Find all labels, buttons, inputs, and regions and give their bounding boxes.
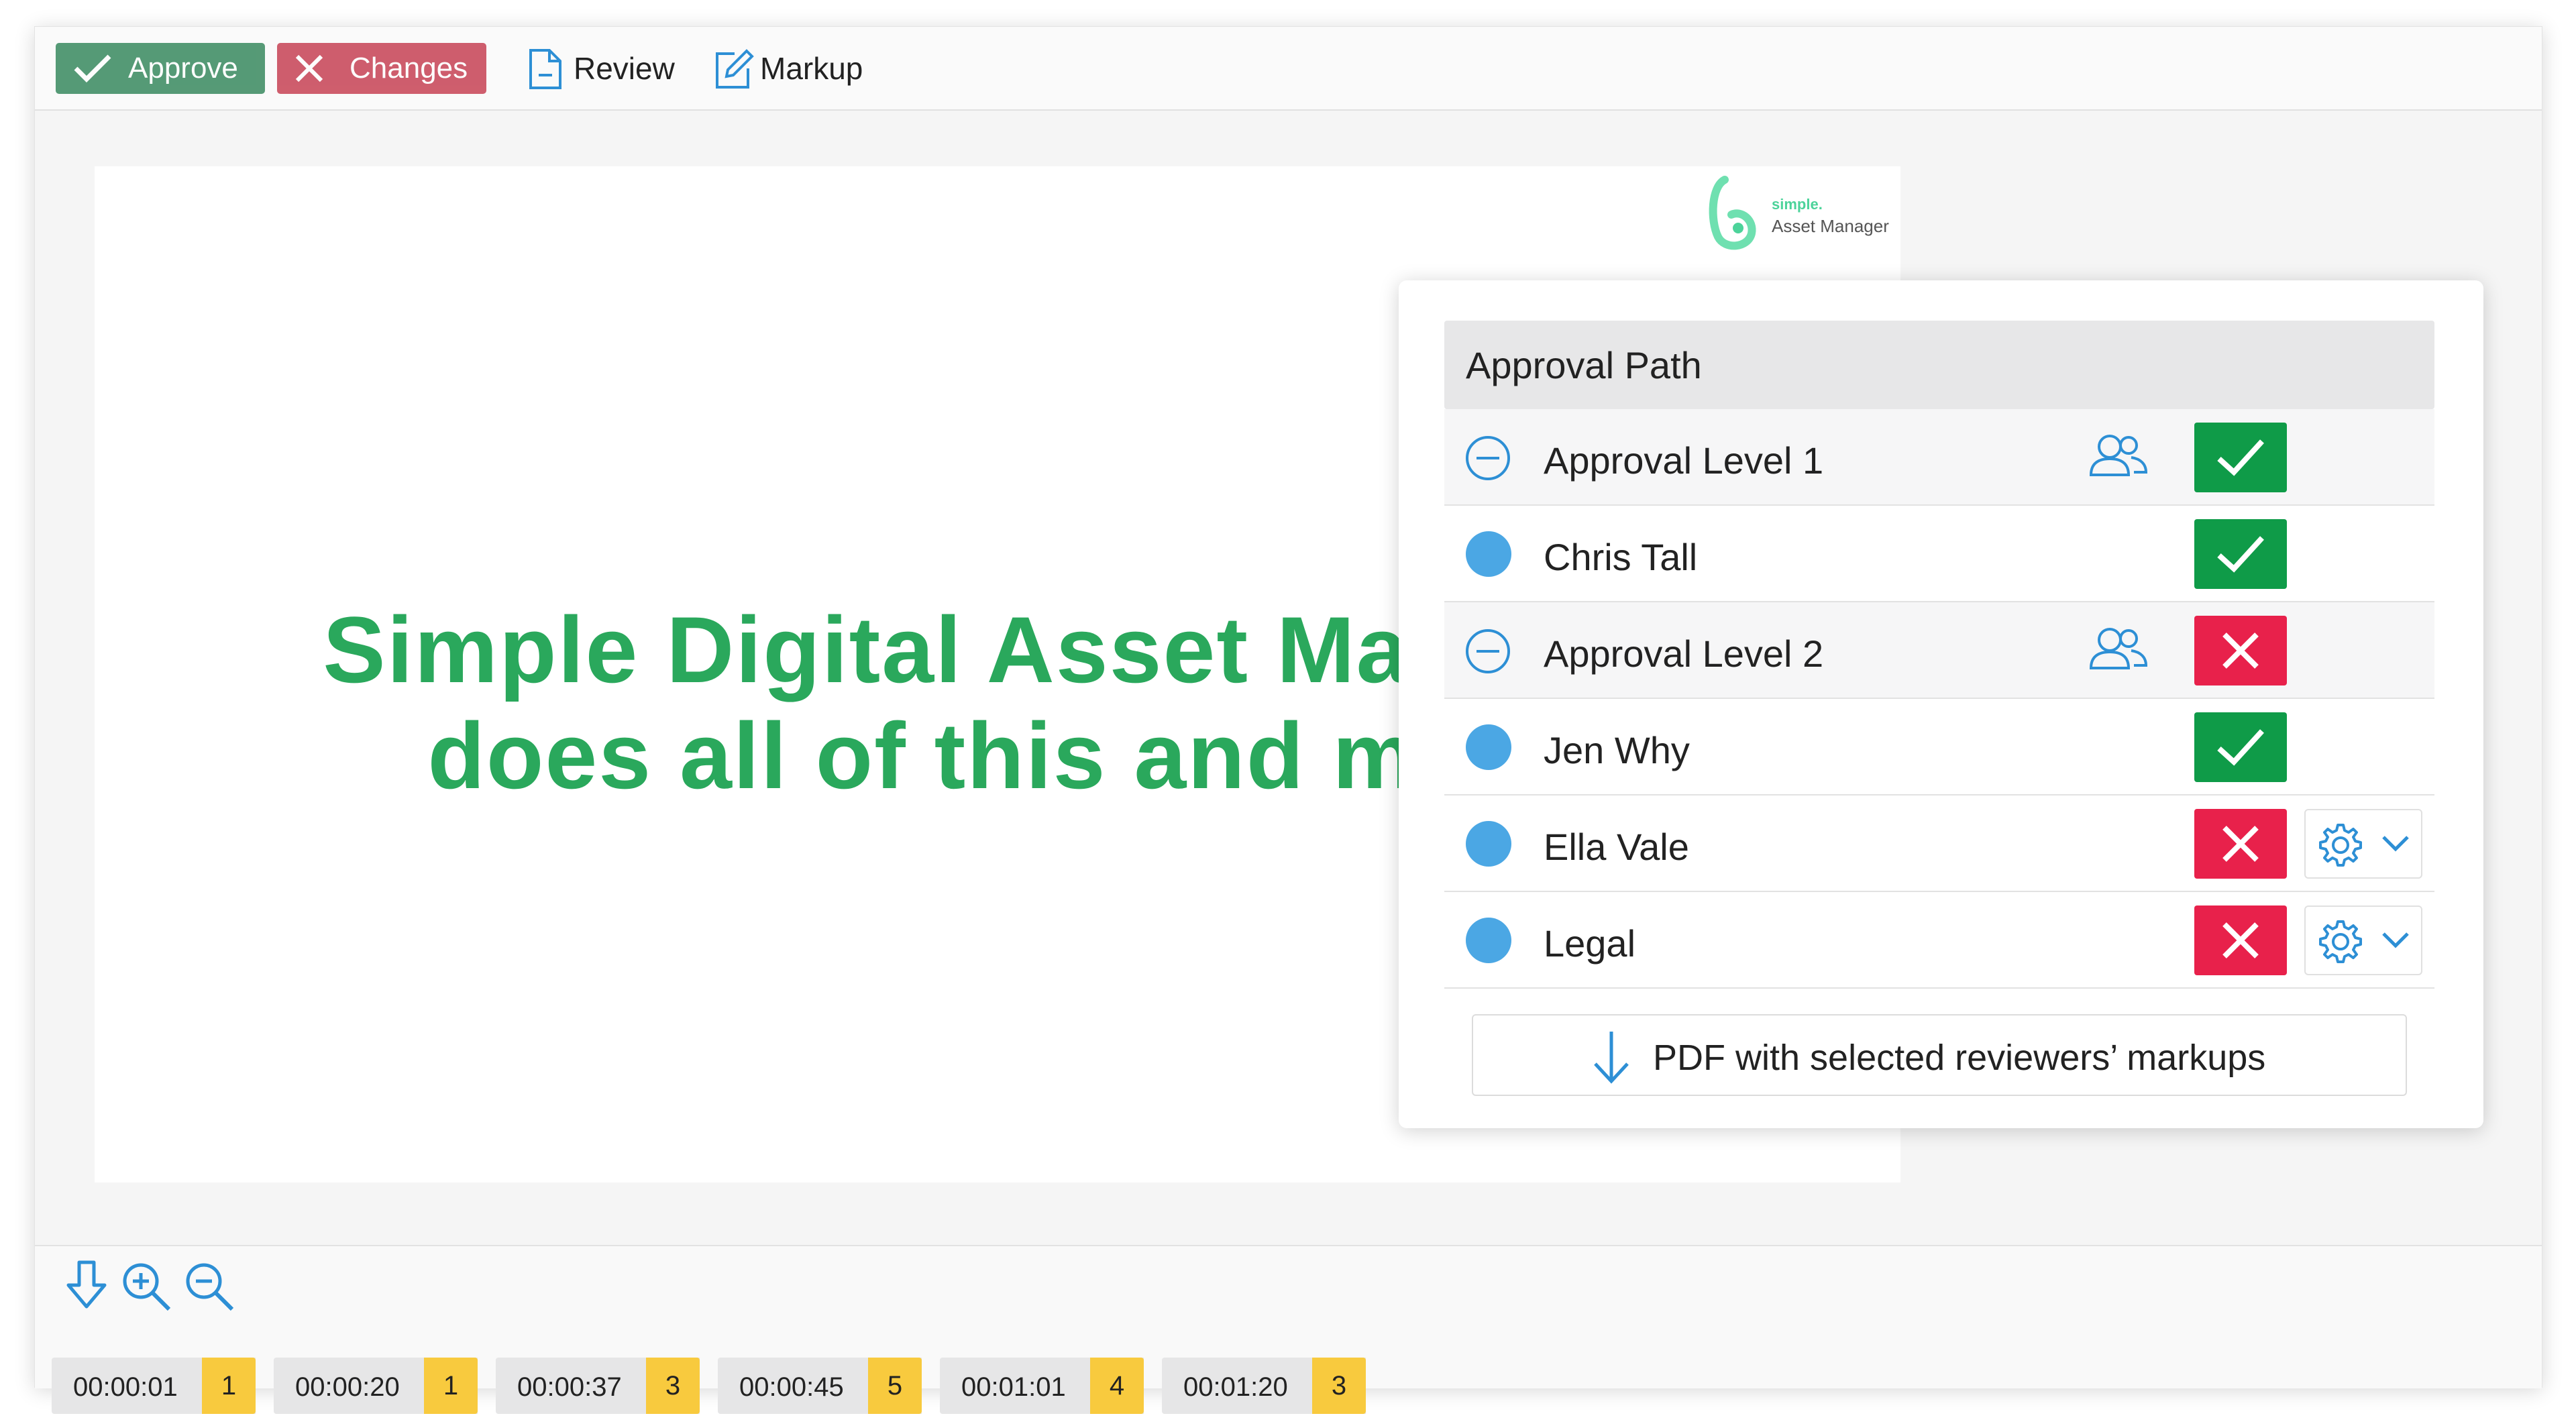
close-icon	[2222, 922, 2259, 958]
collapse-icon[interactable]	[1464, 435, 1511, 482]
status-rejected[interactable]	[2194, 905, 2287, 975]
review-button[interactable]: Review	[528, 43, 689, 94]
check-icon	[2217, 729, 2264, 766]
close-icon	[2222, 633, 2259, 669]
group-icon[interactable]	[2087, 624, 2149, 675]
reviewer-settings-dropdown[interactable]	[2304, 905, 2422, 975]
timestamp-marker[interactable]: 00:00:45 5	[718, 1358, 922, 1414]
arrow-down-icon	[1594, 1032, 1629, 1084]
download-icon[interactable]	[64, 1260, 109, 1311]
timestamp-count: 3	[646, 1358, 700, 1414]
reviewer-name: Jen Why	[1544, 729, 1690, 771]
check-icon	[2217, 536, 2264, 573]
document-icon	[529, 49, 561, 89]
approve-button[interactable]: Approve	[56, 43, 265, 94]
bottom-bar: 00:00:01 1 00:00:20 1 00:00:37 3 00:00:4…	[35, 1245, 2542, 1414]
reviewer-name: Ella Vale	[1544, 826, 1689, 868]
timestamp-marker[interactable]: 00:01:20 3	[1162, 1358, 1366, 1414]
reviewer-row[interactable]: Ella Vale	[1444, 795, 2434, 892]
reviewer-row[interactable]: Chris Tall	[1444, 506, 2434, 602]
toolbar: Approve Changes Review Markup	[35, 27, 2542, 111]
collapse-icon[interactable]	[1464, 628, 1511, 675]
timestamp-count: 5	[868, 1358, 922, 1414]
timestamp-marker[interactable]: 00:00:37 3	[496, 1358, 700, 1414]
status-approved[interactable]	[2194, 712, 2287, 782]
logo-name: Asset Manager	[1772, 216, 1889, 236]
check-icon	[74, 54, 111, 83]
reviewer-row[interactable]: Jen Why	[1444, 699, 2434, 795]
close-icon	[295, 54, 323, 83]
pdf-download-button[interactable]: PDF with selected reviewers’ markups	[1472, 1014, 2407, 1096]
zoom-in-icon[interactable]	[119, 1260, 173, 1313]
gear-icon	[2319, 824, 2362, 867]
timestamp-time: 00:01:20	[1183, 1372, 1288, 1402]
review-label: Review	[574, 51, 675, 86]
approval-level-label: Approval Level 1	[1544, 439, 1824, 482]
reviewer-dot	[1466, 531, 1511, 577]
timestamp-marker[interactable]: 00:00:20 1	[274, 1358, 478, 1414]
timestamp-count: 1	[424, 1358, 478, 1414]
logo: simple. Asset Manager	[1705, 173, 1899, 254]
approval-panel-title: Approval Path	[1466, 344, 1702, 386]
changes-label: Changes	[350, 52, 468, 85]
pdf-button-label: PDF with selected reviewers’ markups	[1653, 1038, 2266, 1078]
status-rejected[interactable]	[2194, 616, 2287, 685]
status-rejected[interactable]	[2194, 809, 2287, 879]
approval-panel-header: Approval Path	[1444, 321, 2434, 409]
timestamp-marker[interactable]: 00:00:01 1	[52, 1358, 256, 1414]
timestamp-time: 00:00:37	[517, 1372, 622, 1402]
group-icon[interactable]	[2087, 431, 2149, 482]
approval-level-label: Approval Level 2	[1544, 633, 1824, 675]
chevron-down-icon	[2382, 836, 2409, 852]
zoom-out-icon[interactable]	[182, 1260, 236, 1313]
changes-button[interactable]: Changes	[277, 43, 486, 94]
timestamp-marker[interactable]: 00:01:01 4	[940, 1358, 1144, 1414]
markup-label: Markup	[760, 51, 863, 86]
edit-icon	[716, 49, 754, 89]
reviewer-row[interactable]: Legal	[1444, 892, 2434, 989]
timestamp-time: 00:01:01	[961, 1372, 1066, 1402]
logo-mark-icon	[1709, 176, 1756, 250]
timestamp-count: 1	[202, 1358, 256, 1414]
approval-level-row[interactable]: Approval Level 1	[1444, 409, 2434, 506]
timestamp-time: 00:00:01	[73, 1372, 178, 1402]
reviewer-dot	[1466, 724, 1511, 770]
check-icon	[2217, 439, 2264, 476]
logo-small-text: simple.	[1772, 196, 1823, 213]
timestamp-count: 4	[1090, 1358, 1144, 1414]
markup-button[interactable]: Markup	[714, 43, 889, 94]
reviewer-dot	[1466, 821, 1511, 867]
gear-icon	[2319, 920, 2362, 963]
chevron-down-icon	[2382, 932, 2409, 948]
reviewer-name: Chris Tall	[1544, 536, 1698, 578]
reviewer-dot	[1466, 918, 1511, 963]
reviewer-settings-dropdown[interactable]	[2304, 809, 2422, 879]
reviewer-name: Legal	[1544, 922, 1636, 965]
approval-panel: Approval Path Approval Level 1 Chris Tal…	[1399, 280, 2483, 1128]
status-approved[interactable]	[2194, 423, 2287, 492]
timestamp-time: 00:00:45	[739, 1372, 844, 1402]
close-icon	[2222, 826, 2259, 862]
timestamp-time: 00:00:20	[295, 1372, 400, 1402]
approve-label: Approve	[128, 52, 238, 85]
approval-level-row[interactable]: Approval Level 2	[1444, 602, 2434, 699]
timestamp-count: 3	[1312, 1358, 1366, 1414]
status-approved[interactable]	[2194, 519, 2287, 589]
app-window: Approve Changes Review Markup simple. As…	[34, 26, 2542, 1414]
